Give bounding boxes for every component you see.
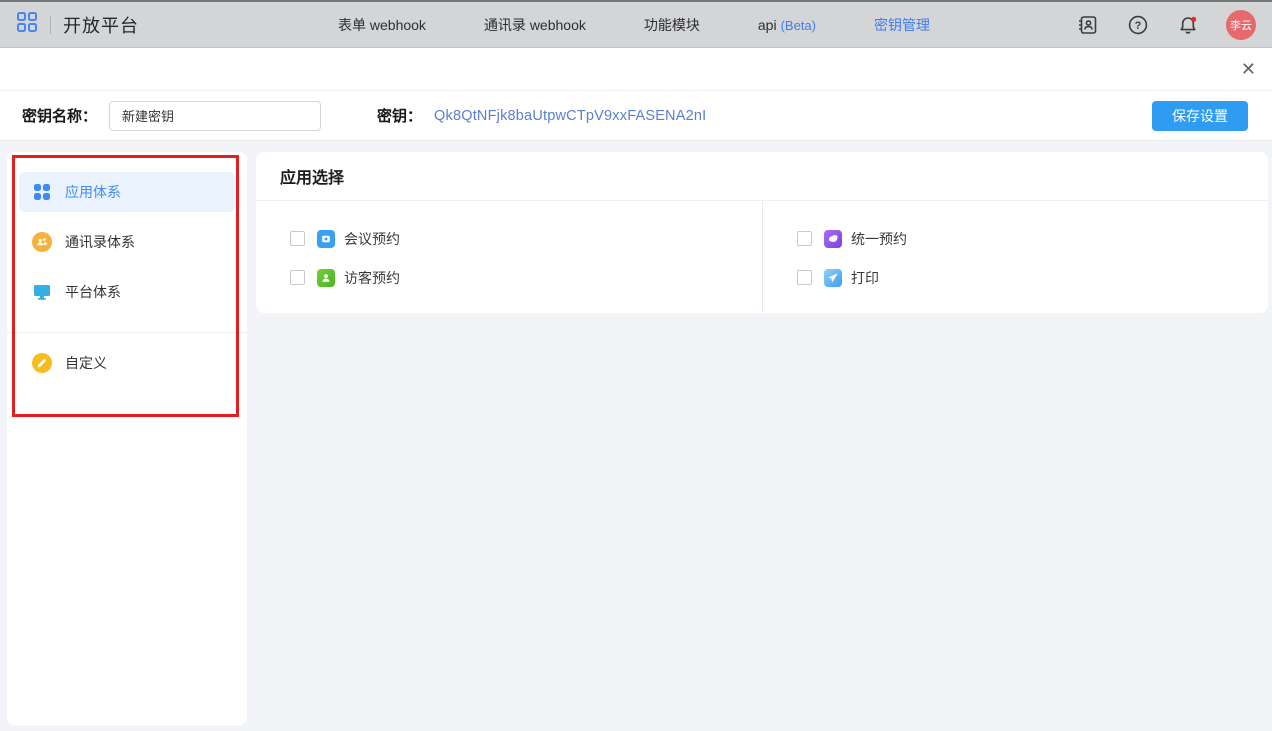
sidebar-item-label: 平台体系 [65, 282, 121, 302]
app-column-left: 会议预约 访客预约 [256, 201, 762, 312]
notification-bell-icon[interactable] [1176, 13, 1200, 37]
top-navigation: 表单 webhook 通讯录 webhook 功能模块 api(Beta) 密钥… [338, 2, 930, 47]
beta-badge: (Beta) [781, 18, 816, 33]
checkbox[interactable] [290, 270, 305, 285]
sidebar-item-label: 通讯录体系 [65, 232, 135, 252]
app-title: 开放平台 [63, 12, 139, 38]
print-app-icon [824, 269, 842, 287]
app-item-meeting-booking: 会议预约 [290, 226, 762, 251]
key-settings-row: 密钥名称： 密钥： Qk8QtNFjk8baUtpwCTpV9xxFASENA2… [0, 90, 1272, 141]
app-item-visitor-booking: 访客预约 [290, 265, 762, 290]
app-column-right: 统一预约 打印 [762, 201, 1268, 312]
nav-item-function-modules[interactable]: 功能模块 [644, 15, 700, 35]
sidebar-item-custom[interactable]: 自定义 [19, 343, 235, 383]
sidebar-item-platform-system[interactable]: 平台体系 [19, 272, 235, 312]
help-icon[interactable]: ? [1126, 13, 1150, 37]
sidebar-item-label: 应用体系 [65, 182, 121, 202]
app-selection-panel: 应用选择 会议预约 [256, 152, 1268, 313]
brand-divider [50, 16, 51, 34]
app-item-unified-booking: 统一预约 [797, 226, 1268, 251]
topbar-icons: ? 李云 [1076, 2, 1256, 47]
app-label: 统一预约 [851, 229, 907, 249]
meeting-app-icon [317, 230, 335, 248]
platform-monitor-icon [32, 282, 52, 302]
app-grid-logo-icon[interactable] [16, 11, 38, 38]
notification-dot [1191, 16, 1196, 21]
modal-header-strip: ✕ [0, 48, 1272, 90]
unified-booking-app-icon [824, 230, 842, 248]
checkbox[interactable] [797, 231, 812, 246]
checkbox[interactable] [290, 231, 305, 246]
contacts-people-icon [32, 232, 52, 252]
checkbox[interactable] [797, 270, 812, 285]
key-label: 密钥： [377, 105, 422, 126]
app-item-print: 打印 [797, 265, 1268, 290]
custom-pencil-icon [32, 353, 52, 373]
save-settings-button[interactable]: 保存设置 [1152, 101, 1248, 131]
app-label: 会议预约 [344, 229, 400, 249]
app-grid-icon [32, 182, 52, 202]
key-name-input[interactable] [109, 101, 321, 131]
app-selection-body: 会议预约 访客预约 [256, 201, 1268, 312]
key-name-label: 密钥名称： [22, 105, 97, 126]
nav-item-contacts-webhook[interactable]: 通讯录 webhook [484, 15, 586, 35]
key-value: Qk8QtNFjk8baUtpwCTpV9xxFASENA2nI [434, 108, 706, 124]
nav-item-form-webhook[interactable]: 表单 webhook [338, 15, 426, 35]
sidebar-item-app-system[interactable]: 应用体系 [19, 172, 235, 212]
sidebar-item-label: 自定义 [65, 353, 107, 373]
contacts-book-icon[interactable] [1076, 13, 1100, 37]
sidebar-item-contacts-system[interactable]: 通讯录体系 [19, 222, 235, 262]
nav-item-api[interactable]: api(Beta) [758, 17, 816, 33]
user-avatar[interactable]: 李云 [1226, 10, 1256, 40]
app-label: 打印 [851, 268, 879, 288]
close-icon[interactable]: ✕ [1241, 58, 1256, 80]
brand: 开放平台 [0, 11, 139, 38]
nav-item-key-management[interactable]: 密钥管理 [874, 15, 930, 35]
topbar: 开放平台 表单 webhook 通讯录 webhook 功能模块 api(Bet… [0, 0, 1272, 48]
svg-text:?: ? [1135, 20, 1142, 32]
app-label: 访客预约 [344, 268, 400, 288]
panel-title: 应用选择 [256, 152, 1268, 201]
visitor-app-icon [317, 269, 335, 287]
sidebar: 应用体系 通讯录体系 平台体系 [7, 152, 247, 725]
sidebar-divider [7, 332, 247, 333]
